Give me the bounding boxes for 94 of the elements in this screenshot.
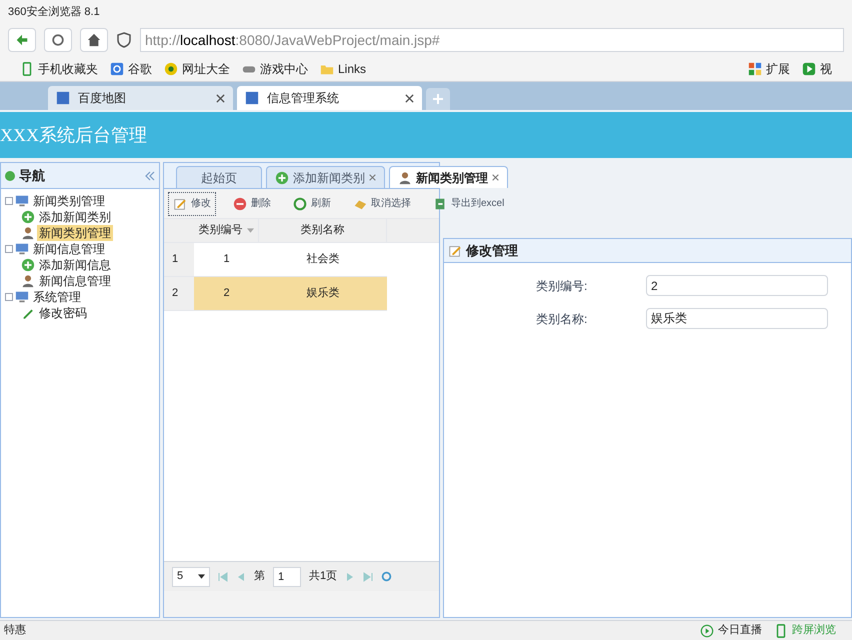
bookmark-link[interactable]: 游戏中心 bbox=[242, 60, 308, 78]
field-label: 类别编号: bbox=[536, 278, 588, 294]
toolbar-button[interactable]: 取消选择 bbox=[348, 192, 416, 216]
nav-item[interactable]: 新闻信息管理 bbox=[37, 273, 113, 289]
close-icon[interactable] bbox=[216, 94, 225, 102]
phone-icon bbox=[20, 62, 34, 76]
new-tab-button[interactable] bbox=[426, 88, 450, 110]
nav-item[interactable]: 系统管理 bbox=[31, 289, 83, 305]
refresh-icon[interactable] bbox=[381, 571, 392, 582]
double-chevron-left-icon[interactable] bbox=[145, 170, 155, 180]
panel-title: 修改管理 bbox=[466, 242, 518, 260]
user-icon bbox=[398, 170, 412, 184]
field-label: 类别名称: bbox=[536, 310, 588, 328]
phone-icon bbox=[774, 624, 788, 638]
nav-item[interactable]: 修改密码 bbox=[37, 305, 89, 321]
refresh-icon bbox=[293, 196, 307, 210]
row-number: 1 bbox=[164, 243, 194, 277]
next-page-icon[interactable] bbox=[345, 572, 356, 582]
column-header[interactable]: 类别名称 bbox=[259, 219, 387, 242]
page-total: 共1页 bbox=[309, 569, 338, 584]
home-button[interactable] bbox=[80, 28, 108, 52]
page-input[interactable]: 1 bbox=[273, 566, 301, 586]
sort-icon bbox=[246, 228, 254, 233]
nav-item[interactable]: 新闻类别管理 bbox=[31, 193, 107, 209]
monitor-icon bbox=[15, 242, 29, 256]
user-icon bbox=[21, 226, 35, 240]
close-icon[interactable] bbox=[369, 174, 376, 181]
column-header[interactable]: 类别编号 bbox=[194, 219, 259, 242]
back-button[interactable] bbox=[8, 28, 36, 52]
grid-icon bbox=[748, 62, 762, 76]
home-icon bbox=[87, 33, 101, 47]
collapse-box-icon[interactable] bbox=[5, 197, 13, 205]
page-icon bbox=[56, 91, 70, 105]
status-text: 特惠 bbox=[4, 622, 26, 638]
plus-circle-icon bbox=[275, 170, 289, 184]
nav-item[interactable]: 添加新闻信息 bbox=[37, 257, 113, 273]
input-field[interactable]: 2 bbox=[646, 275, 828, 296]
bookmark-link[interactable]: Links bbox=[320, 60, 366, 78]
monitor-icon bbox=[15, 290, 29, 304]
page-tab[interactable]: 起始页 bbox=[176, 166, 262, 188]
bookmark-link[interactable]: 谷歌 bbox=[110, 60, 152, 78]
first-page-icon[interactable] bbox=[218, 572, 228, 582]
play-icon bbox=[700, 624, 714, 638]
globe-icon bbox=[164, 62, 178, 76]
toolbar-link[interactable]: 视 bbox=[802, 60, 832, 78]
browser-tab[interactable]: 百度地图 bbox=[48, 86, 233, 110]
reload-button[interactable] bbox=[44, 28, 72, 52]
user-icon bbox=[21, 274, 35, 288]
monitor-icon bbox=[15, 194, 29, 208]
toolbar-button[interactable]: 修改 bbox=[168, 192, 216, 216]
table-row[interactable]: 2 2 娱乐类 bbox=[164, 277, 439, 311]
nav-item[interactable]: 添加新闻类别 bbox=[37, 209, 113, 225]
toolbar-link[interactable]: 扩展 bbox=[748, 60, 790, 78]
shield-icon bbox=[116, 32, 132, 48]
refresh-icon bbox=[51, 33, 65, 47]
pencil-icon bbox=[173, 196, 187, 210]
page-tab[interactable]: 添加新闻类别 bbox=[266, 166, 385, 188]
table-cell: 2 bbox=[194, 277, 259, 311]
nav-title: 导航 bbox=[19, 166, 45, 185]
collapse-box-icon[interactable] bbox=[5, 245, 13, 253]
window-title: 360安全浏览器 8.1 bbox=[8, 4, 100, 20]
nav-item[interactable]: 新闻类别管理 bbox=[37, 225, 113, 241]
dot-icon bbox=[5, 170, 15, 180]
toolbar-button[interactable]: 删除 bbox=[228, 192, 276, 216]
plus-circle-icon bbox=[21, 258, 35, 272]
table-cell: 娱乐类 bbox=[259, 277, 387, 311]
page-tab[interactable]: 新闻类别管理 bbox=[389, 166, 508, 188]
last-page-icon[interactable] bbox=[363, 572, 374, 582]
letter-g-icon bbox=[110, 62, 124, 76]
arrow-left-icon bbox=[15, 33, 29, 47]
previous-page-icon[interactable] bbox=[236, 572, 246, 582]
bookmark-link[interactable]: 手机收藏夹 bbox=[20, 60, 98, 78]
bookmark-link[interactable]: 网址大全 bbox=[164, 60, 230, 78]
toolbar-button[interactable]: 刷新 bbox=[288, 192, 336, 216]
close-icon[interactable] bbox=[405, 94, 414, 102]
address-field[interactable]: http://localhost:8080/JavaWebProject/main.jsp# bbox=[140, 28, 844, 52]
page-icon bbox=[245, 91, 259, 105]
pencil-icon bbox=[448, 244, 462, 258]
nav-item[interactable]: 新闻信息管理 bbox=[31, 241, 107, 257]
minus-circle-icon bbox=[233, 196, 247, 210]
page-size-select[interactable]: 5 bbox=[172, 566, 210, 586]
page-label: 第 bbox=[254, 569, 265, 584]
row-number: 2 bbox=[164, 277, 194, 311]
play-icon bbox=[802, 62, 816, 76]
header-title: XXX系统后台管理 bbox=[0, 124, 147, 146]
toolbar-button[interactable]: 导出到excel bbox=[428, 192, 510, 216]
collapse-box-icon[interactable] bbox=[5, 293, 13, 301]
dropdown-arrow-icon bbox=[198, 574, 205, 579]
browser-tab[interactable]: 信息管理系统 bbox=[237, 86, 422, 110]
close-icon[interactable] bbox=[492, 174, 499, 181]
plus-circle-icon bbox=[21, 210, 35, 224]
plus-icon bbox=[433, 94, 443, 104]
status-link[interactable]: 今日直播 bbox=[700, 622, 762, 639]
input-field[interactable]: 娱乐类 bbox=[646, 308, 828, 329]
